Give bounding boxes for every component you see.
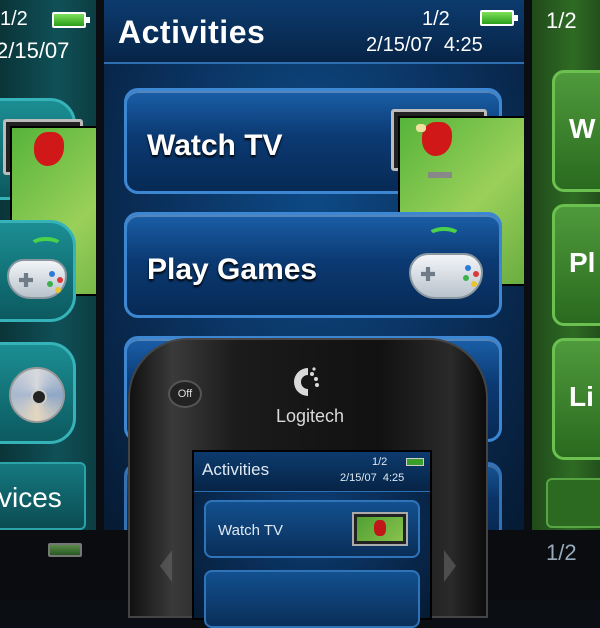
battery-icon (52, 12, 90, 28)
date: 2/15/07 (366, 34, 433, 56)
watch-tv-label: Watch TV (147, 129, 283, 162)
device-date-time: 2/15/07 4:25 (340, 472, 404, 484)
brand-label: Logitech (276, 406, 345, 426)
left-arrow-icon[interactable] (160, 550, 172, 582)
header: Activities 1/2 2/15/07 4:25 (104, 0, 524, 64)
right-footer-button[interactable] (546, 478, 600, 528)
device-time: 4:25 (382, 472, 405, 484)
device-screen-header: Activities 1/2 2/15/07 4:25 (194, 452, 430, 492)
page-indicator: 1/2 (422, 8, 450, 30)
left-date: 2/15/07 (0, 38, 70, 63)
battery-icon (406, 458, 424, 466)
left-activity-music-button[interactable] (0, 342, 76, 444)
left-activity-games-button[interactable] (0, 220, 76, 322)
remote-device: Off Logitech Activities 1/2 2/15/07 4:25… (128, 338, 488, 628)
tv-icon (3, 119, 96, 296)
right-activity-2-button[interactable]: Pl (552, 204, 600, 326)
date-time: 2/15/07 4:25 (366, 34, 483, 57)
battery-icon (48, 543, 82, 557)
right-activity-1-button[interactable]: W (552, 70, 600, 192)
device-screen: Activities 1/2 2/15/07 4:25 Watch TV (192, 450, 432, 628)
left-activity-tv-button[interactable] (0, 98, 96, 296)
left-page-indicator: 1/2 (0, 8, 28, 30)
tv-icon (391, 109, 524, 286)
tv-icon (352, 512, 408, 546)
left-panel: 1/2 2/15/07 vices (0, 0, 96, 530)
device-screen-title: Activities (202, 460, 270, 479)
wireless-icon (29, 237, 63, 255)
right-page-indicator: 1/2 (546, 8, 577, 33)
battery-icon (480, 10, 518, 26)
page-title: Activities (118, 14, 266, 50)
device-watch-tv-label: Watch TV (218, 522, 284, 539)
device-watch-tv-button[interactable]: Watch TV (204, 500, 420, 558)
right-arrow-icon[interactable] (444, 550, 456, 582)
time: 4:25 (443, 34, 483, 56)
play-games-label: Play Games (147, 253, 318, 286)
logitech-logo-icon (294, 367, 319, 396)
bottom-page-indicator: 1/2 (546, 540, 577, 565)
right-activity-3-button[interactable]: Li (552, 338, 600, 460)
device-play-games-button[interactable] (204, 570, 420, 628)
wireless-icon (427, 227, 461, 245)
watch-tv-button[interactable]: Watch TV (124, 88, 524, 286)
device-page-indicator: 1/2 (372, 456, 388, 468)
off-button[interactable]: Off (168, 380, 202, 408)
gamepad-icon (7, 259, 67, 299)
device-date: 2/15/07 (340, 472, 377, 484)
play-games-button[interactable]: Play Games (124, 212, 502, 318)
left-devices-button[interactable]: vices (0, 462, 86, 530)
disc-icon (9, 367, 65, 423)
right-panel: 1/2 W Pl Li (532, 0, 600, 530)
gamepad-icon (409, 253, 483, 299)
